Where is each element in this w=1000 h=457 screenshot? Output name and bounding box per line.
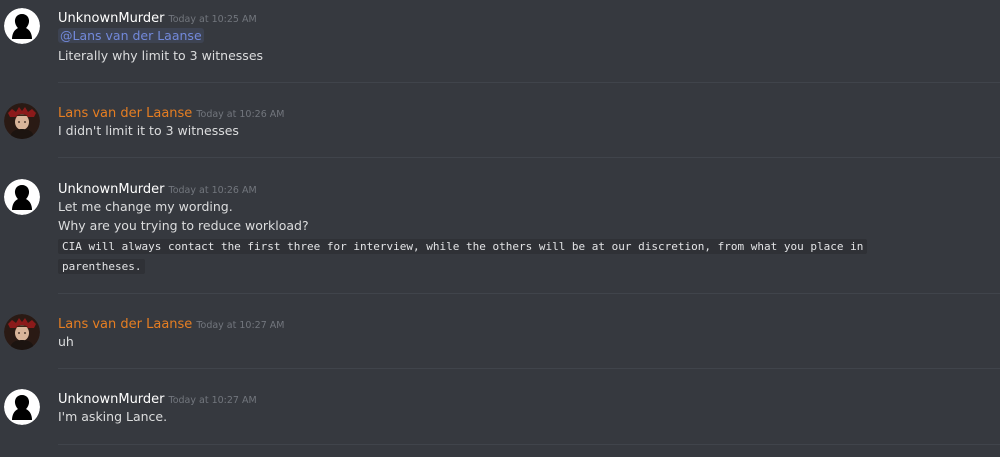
message-text: Literally why limit to 3 witnesses xyxy=(58,48,264,63)
message-text: Why are you trying to reduce workload? xyxy=(58,218,309,233)
inline-code: CIA will always contact the first three … xyxy=(58,239,868,254)
message-divider xyxy=(58,157,1000,158)
timestamp: Today at 10:26 AM xyxy=(168,185,257,196)
timestamp: Today at 10:25 AM xyxy=(168,14,257,25)
chat-messages: UnknownMurder Today at 10:25 AM @Lans van… xyxy=(0,0,1000,457)
inline-code: parentheses. xyxy=(58,259,146,274)
message-text: uh xyxy=(58,334,74,349)
username[interactable]: Lans van der Laanse xyxy=(58,106,192,121)
silhouette-avatar-icon[interactable] xyxy=(4,389,40,425)
username[interactable]: UnknownMurder xyxy=(58,392,165,407)
user-mention[interactable]: @Lans van der Laanse xyxy=(58,28,204,43)
message-text: Let me change my wording. xyxy=(58,199,233,214)
message-text: I'm asking Lance. xyxy=(58,409,168,424)
username[interactable]: UnknownMurder xyxy=(58,182,165,197)
silhouette-avatar-icon[interactable] xyxy=(4,179,40,215)
portrait-avatar-icon[interactable] xyxy=(4,314,40,350)
username[interactable]: Lans van der Laanse xyxy=(58,317,192,332)
message-divider xyxy=(58,368,1000,369)
timestamp: Today at 10:26 AM xyxy=(196,109,285,120)
timestamp: Today at 10:27 AM xyxy=(168,395,257,406)
portrait-avatar-icon[interactable] xyxy=(4,103,40,139)
message-text: I didn't limit it to 3 witnesses xyxy=(58,123,239,138)
message-divider xyxy=(58,293,1000,294)
message-divider xyxy=(58,82,1000,83)
message-divider xyxy=(58,444,1000,445)
timestamp: Today at 10:27 AM xyxy=(196,320,285,331)
silhouette-avatar-icon[interactable] xyxy=(4,8,40,44)
username[interactable]: UnknownMurder xyxy=(58,11,165,26)
